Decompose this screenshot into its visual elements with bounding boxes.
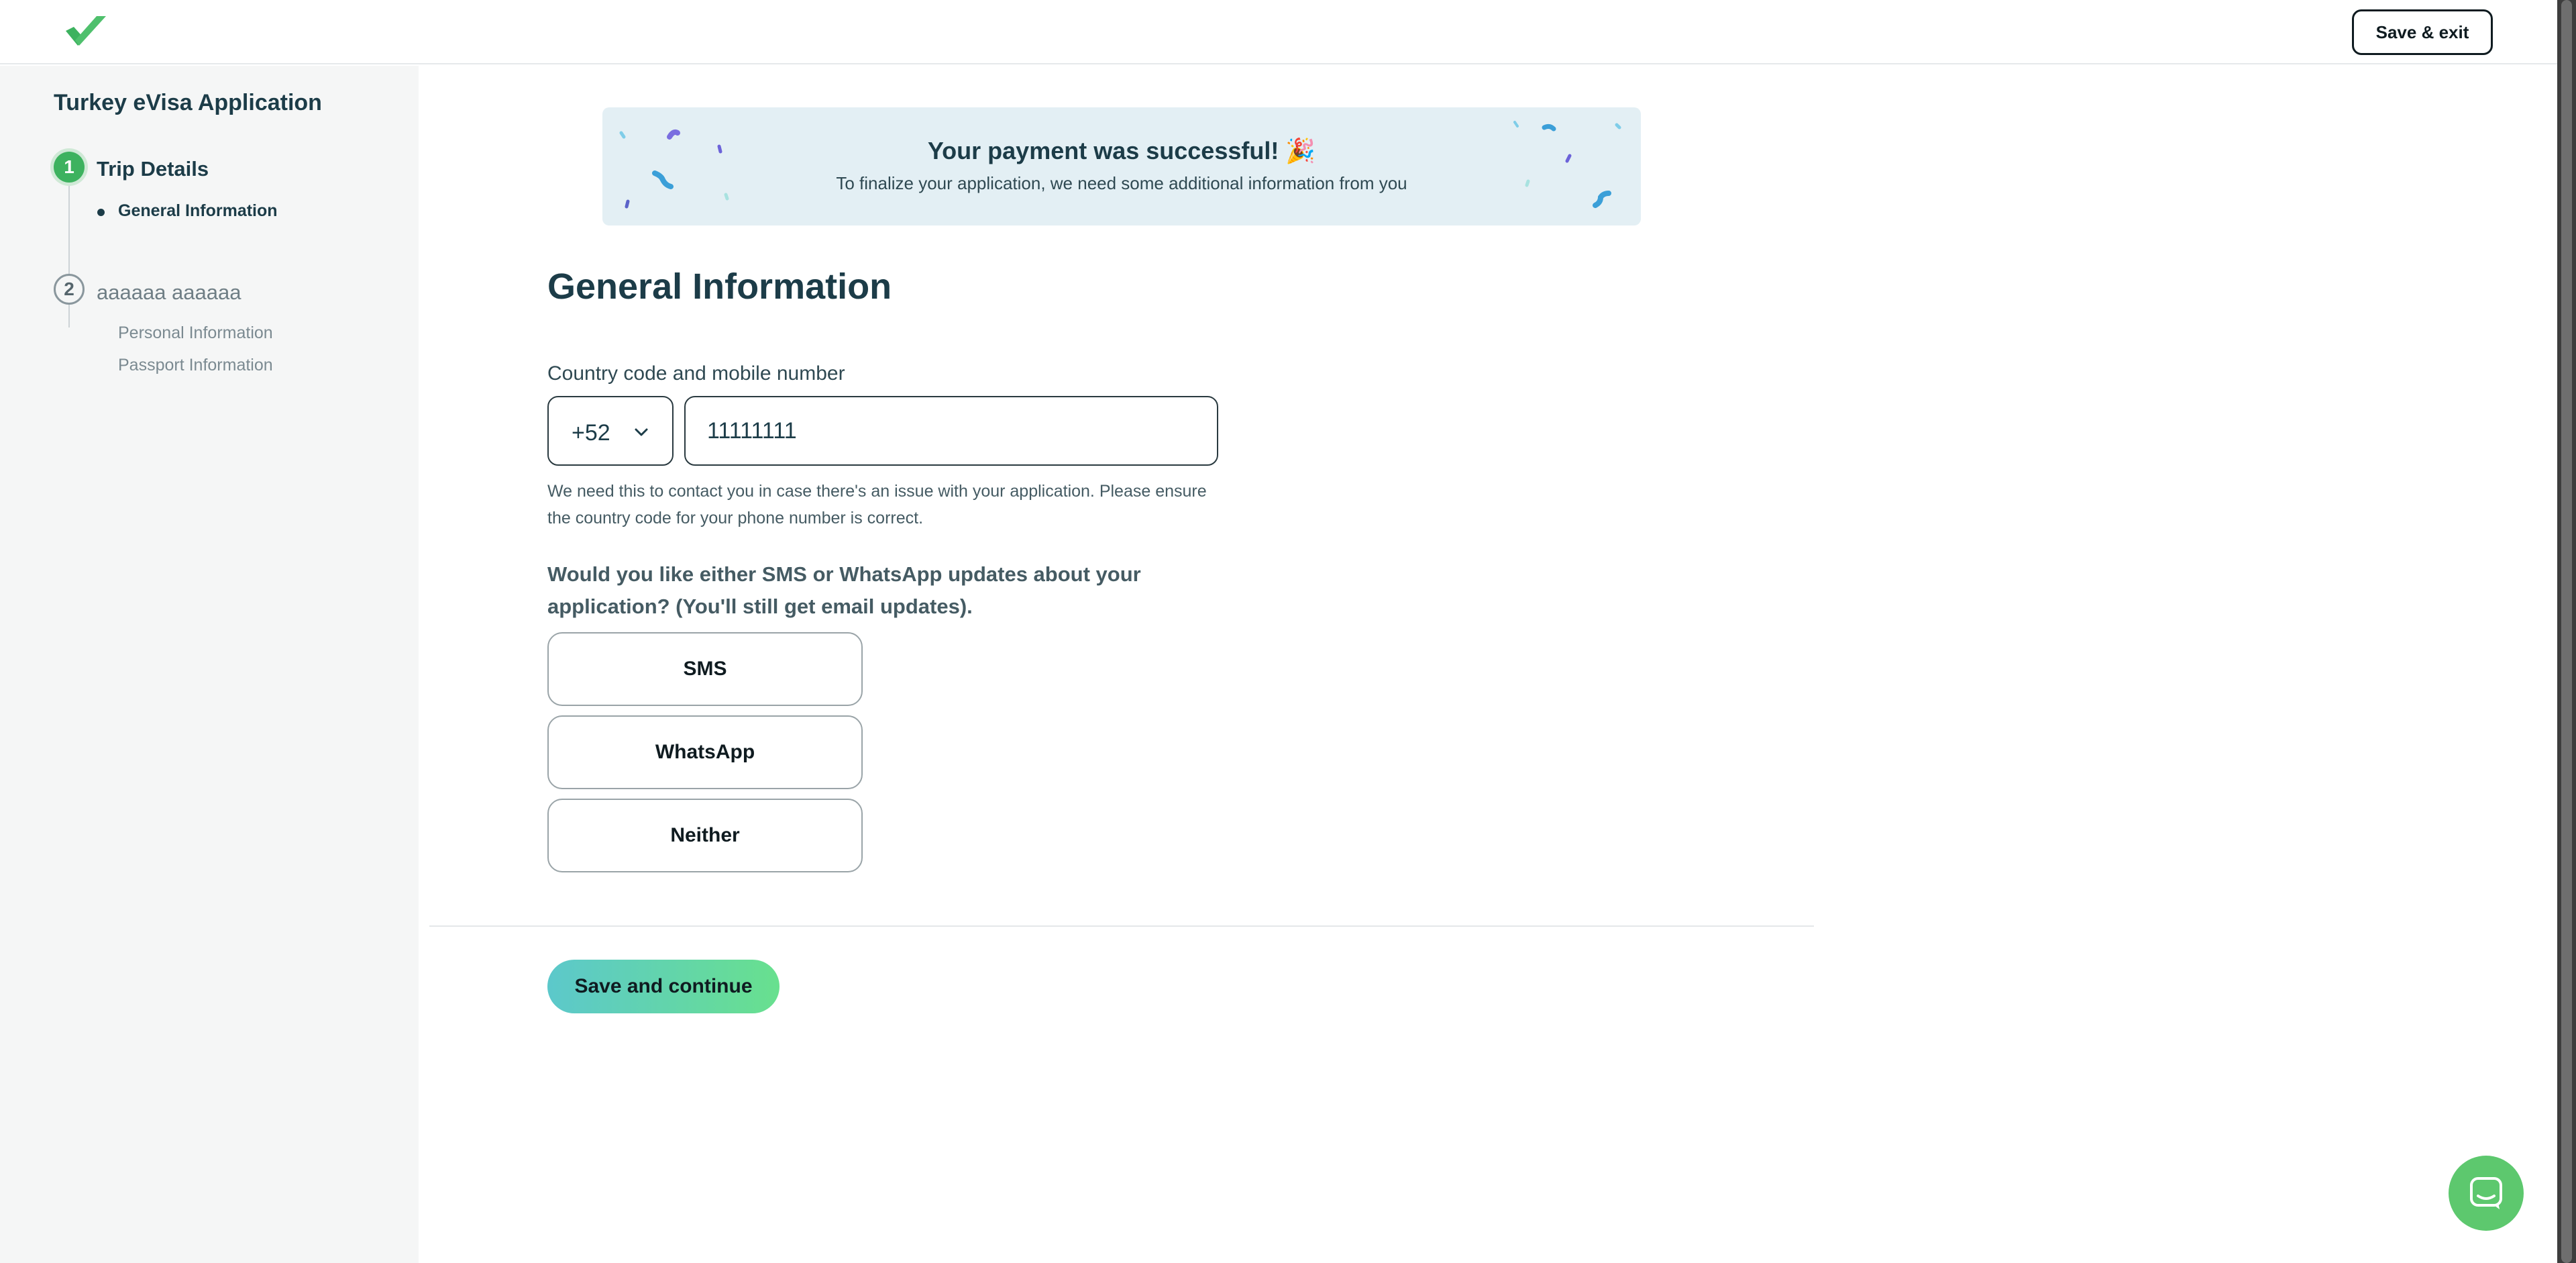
- substep-passport-information[interactable]: Passport Information: [118, 356, 273, 375]
- active-substep-dot: [97, 209, 105, 216]
- step-2-label[interactable]: aaaaaa aaaaaa: [97, 281, 241, 305]
- page-title: General Information: [547, 266, 892, 307]
- form-divider: [429, 925, 1814, 927]
- step-1-indicator: 1: [54, 152, 85, 183]
- chat-launcher-button[interactable]: [2449, 1156, 2524, 1231]
- banner-title: Your payment was successful! 🎉: [927, 137, 1316, 164]
- banner-subtitle: To finalize your application, we need so…: [836, 173, 1407, 193]
- step-1-label[interactable]: Trip Details: [97, 157, 209, 181]
- country-code-value: +52: [572, 420, 610, 446]
- neither-option-button[interactable]: Neither: [547, 799, 863, 872]
- mobile-number-input[interactable]: [684, 396, 1218, 466]
- checkmark-logo-icon[interactable]: [64, 13, 110, 51]
- save-continue-button[interactable]: Save and continue: [547, 960, 780, 1013]
- chat-bubble-icon: [2470, 1177, 2502, 1209]
- application-title: Turkey eVisa Application: [54, 90, 322, 115]
- phone-help-text: We need this to contact you in case ther…: [547, 482, 1207, 527]
- substep-general-information[interactable]: General Information: [118, 201, 278, 221]
- page-scrollbar[interactable]: [2557, 0, 2576, 1263]
- updates-question: Would you like either SMS or WhatsApp up…: [547, 562, 1141, 618]
- payment-success-banner: Your payment was successful! 🎉 To finali…: [602, 107, 1641, 225]
- sidebar: Turkey eVisa Application 1 2: [0, 66, 419, 1263]
- sms-option-button[interactable]: SMS: [547, 632, 863, 706]
- whatsapp-option-button[interactable]: WhatsApp: [547, 715, 863, 789]
- top-header: Save & exit: [0, 0, 2557, 64]
- phone-field-label: Country code and mobile number: [547, 362, 845, 385]
- chevron-down-icon: [635, 428, 648, 436]
- country-code-select[interactable]: +52: [547, 396, 674, 466]
- scrollbar-thumb[interactable]: [2561, 0, 2572, 1263]
- step-2-indicator: 2: [54, 274, 85, 305]
- substep-personal-information[interactable]: Personal Information: [118, 323, 273, 343]
- step-connector-line: [68, 185, 70, 327]
- confetti-decoration-icon: [619, 121, 1621, 209]
- save-exit-button[interactable]: Save & exit: [2352, 9, 2493, 55]
